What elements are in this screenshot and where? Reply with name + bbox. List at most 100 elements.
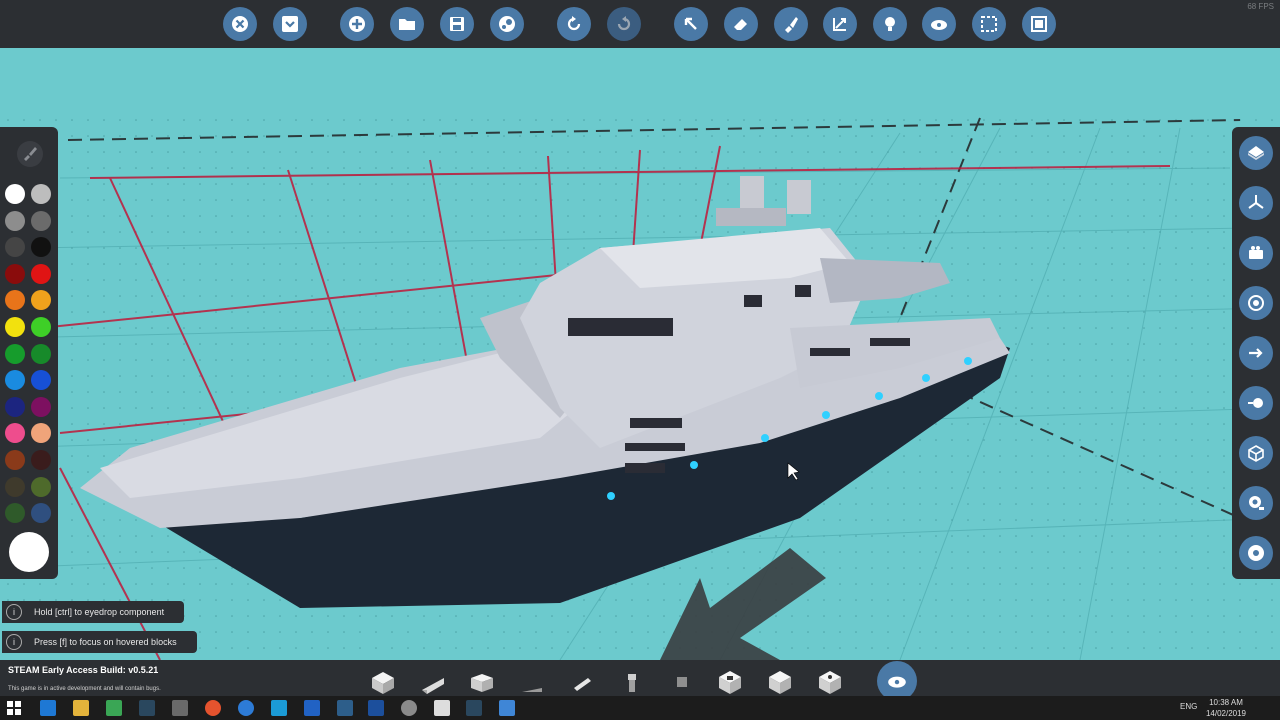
- folder-icon: [399, 19, 415, 30]
- color-swatch[interactable]: [31, 476, 51, 497]
- block-slope-icon[interactable]: [518, 668, 546, 696]
- block-small-icon[interactable]: [668, 668, 696, 696]
- view-top-icon: [1248, 146, 1264, 160]
- color-swatch[interactable]: [31, 237, 51, 258]
- color-swatch[interactable]: [31, 317, 51, 337]
- logic-icon: [931, 20, 947, 30]
- move-button[interactable]: [1239, 336, 1273, 370]
- app-icon[interactable]: [271, 700, 287, 716]
- steam-taskbar-icon[interactable]: [139, 700, 155, 716]
- app-icon[interactable]: [304, 700, 320, 716]
- color-swatch[interactable]: [5, 476, 25, 497]
- block-panel-icon[interactable]: [468, 668, 496, 696]
- screenshot-button[interactable]: [1239, 486, 1273, 520]
- cursor-icon: [684, 17, 697, 30]
- steam-taskbar-icon[interactable]: [466, 700, 482, 716]
- block-pipe-icon[interactable]: [568, 668, 596, 696]
- camera-button[interactable]: [1239, 236, 1273, 270]
- logic-tool-button[interactable]: [922, 7, 956, 41]
- light-tool-button[interactable]: [873, 7, 907, 41]
- app-icon[interactable]: [337, 700, 353, 716]
- block-cube-icon[interactable]: [369, 668, 397, 696]
- color-swatch[interactable]: [31, 370, 51, 391]
- color-swatch[interactable]: [5, 370, 25, 391]
- eraser-tool-button[interactable]: [724, 7, 758, 41]
- new-button[interactable]: [340, 7, 374, 41]
- view-iso-icon: [1248, 195, 1264, 209]
- dropdown-button[interactable]: [273, 7, 307, 41]
- clock-time: 10:38 AM: [1209, 698, 1243, 707]
- color-swatch[interactable]: [31, 263, 51, 284]
- help-icon: [1248, 545, 1264, 561]
- view-top-button[interactable]: [1239, 136, 1273, 170]
- app-icon[interactable]: [368, 700, 384, 716]
- language-indicator[interactable]: ENG: [1180, 702, 1197, 711]
- color-swatch[interactable]: [5, 210, 25, 231]
- focus-button[interactable]: [1239, 286, 1273, 320]
- scale-icon: [833, 18, 846, 31]
- selected-color[interactable]: [9, 532, 49, 572]
- save-button[interactable]: [440, 7, 474, 41]
- edge-icon[interactable]: [40, 700, 56, 716]
- color-swatch[interactable]: [5, 503, 25, 524]
- open-button[interactable]: [390, 7, 424, 41]
- explorer-icon[interactable]: [73, 700, 89, 716]
- color-swatch[interactable]: [31, 343, 51, 364]
- area-select-button[interactable]: [972, 7, 1006, 41]
- color-swatch[interactable]: [5, 317, 25, 337]
- component-bar: STEAM Early Access Build: v0.5.21 This g…: [0, 660, 1280, 701]
- hint-focus: i Press [f] to focus on hovered blocks: [2, 631, 197, 653]
- block-connector-icon[interactable]: [618, 668, 646, 696]
- workshop-button[interactable]: [490, 7, 524, 41]
- boat-scene: [0, 48, 1280, 660]
- fit-icon: [1031, 16, 1047, 32]
- plus-icon: [349, 16, 365, 32]
- color-swatch[interactable]: [31, 184, 51, 204]
- close-button[interactable]: [223, 7, 257, 41]
- chevron-down-icon: [282, 16, 298, 32]
- editor-viewport[interactable]: [0, 48, 1280, 660]
- redo-button[interactable]: [607, 7, 641, 41]
- view-iso-button[interactable]: [1239, 186, 1273, 220]
- color-swatch[interactable]: [5, 184, 25, 204]
- color-swatch[interactable]: [5, 290, 25, 311]
- build-version: STEAM Early Access Build: v0.5.21: [8, 665, 159, 675]
- lightbulb-icon: [885, 17, 895, 31]
- undo-button[interactable]: [557, 7, 591, 41]
- color-swatch[interactable]: [5, 450, 25, 470]
- logic-category-button[interactable]: [877, 661, 917, 701]
- steam-icon: [499, 16, 515, 32]
- color-swatch[interactable]: [5, 343, 25, 364]
- color-swatch[interactable]: [31, 503, 51, 524]
- fullscreen-button[interactable]: [1022, 7, 1056, 41]
- browser-icon[interactable]: [238, 700, 254, 716]
- block-wedge-icon[interactable]: [419, 668, 447, 696]
- paint-tool-button[interactable]: [774, 7, 808, 41]
- cube-button[interactable]: [1239, 436, 1273, 470]
- color-swatch[interactable]: [5, 237, 25, 258]
- color-swatch[interactable]: [31, 450, 51, 470]
- mail-icon[interactable]: [434, 700, 450, 716]
- select-tool-button[interactable]: [674, 7, 708, 41]
- help-button[interactable]: [1239, 536, 1273, 570]
- color-swatch[interactable]: [5, 423, 25, 444]
- app-icon[interactable]: [401, 700, 417, 716]
- origin-icon[interactable]: [205, 700, 221, 716]
- game-taskbar-icon[interactable]: [499, 700, 515, 716]
- color-swatch[interactable]: [31, 396, 51, 417]
- color-swatch[interactable]: [5, 396, 25, 417]
- hint-text: Hold [ctrl] to eyedrop component: [34, 607, 165, 617]
- toggle-button[interactable]: [1239, 386, 1273, 420]
- store-icon[interactable]: [106, 700, 122, 716]
- color-swatch[interactable]: [31, 423, 51, 444]
- app-icon[interactable]: [172, 700, 188, 716]
- block-cube-icon[interactable]: [766, 668, 794, 696]
- windows-start-icon[interactable]: [7, 701, 21, 715]
- clock[interactable]: 10:38 AM 14/02/2019: [1200, 697, 1252, 719]
- color-swatch[interactable]: [5, 263, 25, 284]
- scale-tool-button[interactable]: [823, 7, 857, 41]
- color-swatch[interactable]: [31, 210, 51, 231]
- block-cube-icon[interactable]: [716, 668, 744, 696]
- color-swatch[interactable]: [31, 290, 51, 311]
- block-cube-icon[interactable]: [816, 668, 844, 696]
